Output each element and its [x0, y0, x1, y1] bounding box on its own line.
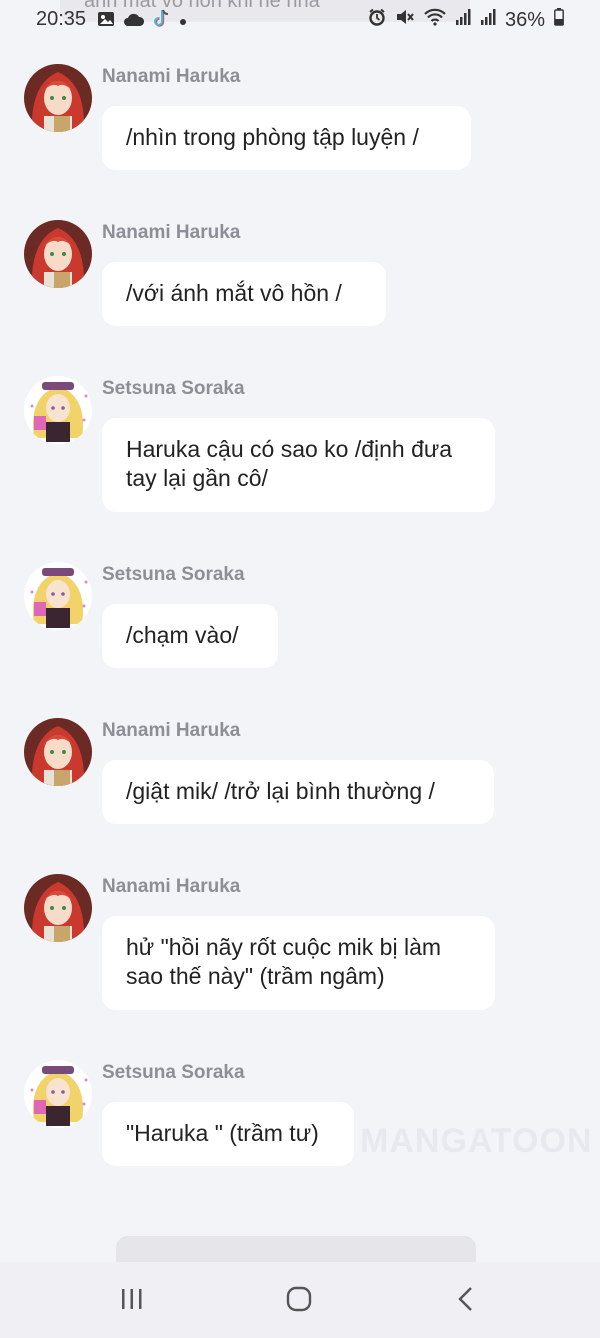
tiktok-icon — [153, 9, 171, 34]
status-bar: ánh mắt vô hồn khi nè nha 20:35 36% — [0, 0, 600, 40]
status-time: 20:35 — [36, 8, 87, 30]
message-bubble[interactable]: /nhìn trong phòng tập luyện / — [102, 106, 471, 170]
cloud-icon — [123, 11, 145, 32]
watermark: MANGATOON — [360, 1122, 593, 1160]
red-hair-avatar[interactable] — [24, 874, 92, 942]
sender-name: Setsuna Soraka — [102, 1062, 245, 1083]
message-bubble[interactable]: /giật mik/ /trở lại bình thường / — [102, 760, 494, 824]
sender-name: Nanami Haruka — [102, 66, 241, 87]
signal-icon — [455, 8, 471, 32]
alarm-icon — [368, 8, 386, 32]
message-bubble[interactable]: "Haruka " (trầm tư) — [102, 1102, 354, 1166]
blonde-hair-avatar[interactable] — [24, 376, 92, 444]
recent-apps-icon[interactable] — [119, 1286, 145, 1317]
navigation-bar — [0, 1262, 600, 1338]
message-bubble[interactable]: /chạm vào/ — [102, 604, 278, 668]
sender-name: Setsuna Soraka — [102, 564, 245, 585]
sender-name: Nanami Haruka — [102, 876, 241, 897]
sender-name: Setsuna Soraka — [102, 378, 245, 399]
mute-icon — [395, 8, 415, 32]
back-icon[interactable] — [456, 1286, 476, 1317]
blonde-hair-avatar[interactable] — [24, 562, 92, 630]
sender-name: Nanami Haruka — [102, 720, 241, 741]
home-icon[interactable] — [286, 1286, 312, 1317]
battery-icon — [554, 8, 564, 32]
wifi-icon — [424, 8, 446, 32]
dot-icon — [179, 13, 187, 31]
sender-name: Nanami Haruka — [102, 222, 241, 243]
blonde-hair-avatar[interactable] — [24, 1060, 92, 1128]
message-bubble[interactable]: /với ánh mắt vô hồn / — [102, 262, 386, 326]
message-bubble[interactable]: Haruka cậu có sao ko /định đưa tay lại g… — [102, 418, 495, 512]
red-hair-avatar[interactable] — [24, 220, 92, 288]
red-hair-avatar[interactable] — [24, 64, 92, 132]
signal-icon — [480, 8, 496, 32]
message-bubble[interactable]: hử "hồi nãy rốt cuộc mik bị làm sao thế … — [102, 916, 495, 1010]
image-icon — [97, 10, 115, 33]
red-hair-avatar[interactable] — [24, 718, 92, 786]
battery-percent: 36% — [504, 8, 545, 31]
